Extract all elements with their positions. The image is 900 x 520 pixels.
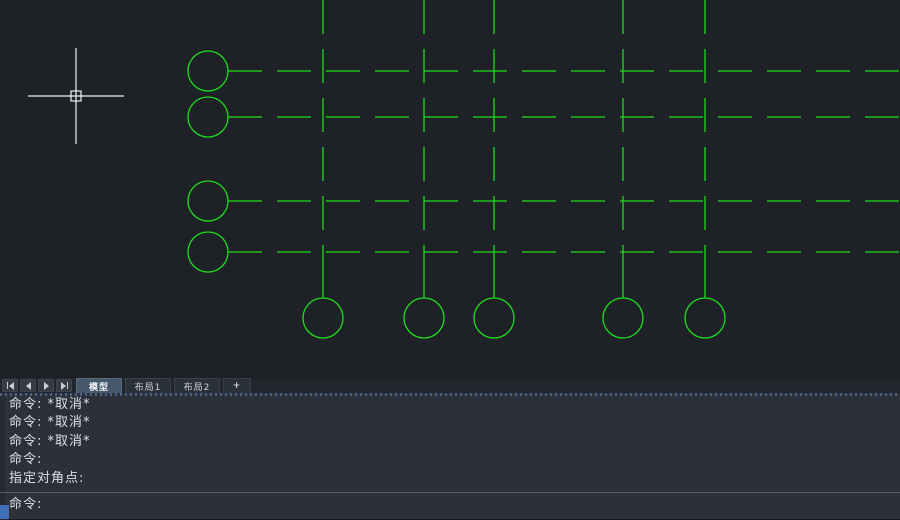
command-history-line: 命令: *取消*	[9, 396, 889, 414]
add-layout-tab-button[interactable]: +	[223, 378, 251, 393]
layout-tab-bar: 模型布局1布局2+	[0, 378, 900, 393]
tab-布局2[interactable]: 布局2	[174, 378, 220, 393]
layout-tabs: 模型布局1布局2+	[76, 378, 254, 393]
command-separator	[0, 492, 900, 493]
command-history-line: 命令: *取消*	[9, 433, 889, 451]
prev-tab-icon	[26, 382, 31, 390]
command-input-line[interactable]: 命令:	[9, 494, 889, 518]
last-tab-icon	[61, 382, 68, 390]
tab-模型[interactable]: 模型	[76, 378, 122, 393]
cad-circle[interactable]	[188, 181, 228, 221]
command-history-line: 命令: *取消*	[9, 414, 889, 432]
cad-circle[interactable]	[474, 298, 514, 338]
cad-circle[interactable]	[303, 298, 343, 338]
resize-grip[interactable]	[0, 505, 9, 519]
command-window-left-border	[0, 396, 7, 520]
next-tab-button[interactable]	[38, 379, 54, 392]
command-history-line: 指定对角点:	[9, 470, 889, 488]
cad-application-window: 模型布局1布局2+ 命令: *取消*命令: *取消*命令: *取消*命令:指定对…	[0, 0, 900, 520]
last-tab-button[interactable]	[56, 379, 72, 392]
first-tab-button[interactable]	[2, 379, 18, 392]
cad-circle[interactable]	[188, 51, 228, 91]
next-tab-icon	[44, 382, 49, 390]
command-history: 命令: *取消*命令: *取消*命令: *取消*命令:指定对角点:	[9, 396, 889, 488]
cad-circle[interactable]	[404, 298, 444, 338]
prev-tab-button[interactable]	[20, 379, 36, 392]
cad-svg	[0, 0, 900, 378]
tab-布局1[interactable]: 布局1	[125, 378, 171, 393]
cad-circle[interactable]	[188, 232, 228, 272]
first-tab-icon	[7, 382, 14, 390]
cad-circle[interactable]	[685, 298, 725, 338]
command-window: 命令: *取消*命令: *取消*命令: *取消*命令:指定对角点: 命令:	[0, 393, 900, 520]
tab-nav-buttons	[0, 378, 74, 393]
cad-circle[interactable]	[603, 298, 643, 338]
command-history-line: 命令:	[9, 451, 889, 469]
drawing-canvas[interactable]	[0, 0, 900, 378]
cad-circle[interactable]	[188, 97, 228, 137]
